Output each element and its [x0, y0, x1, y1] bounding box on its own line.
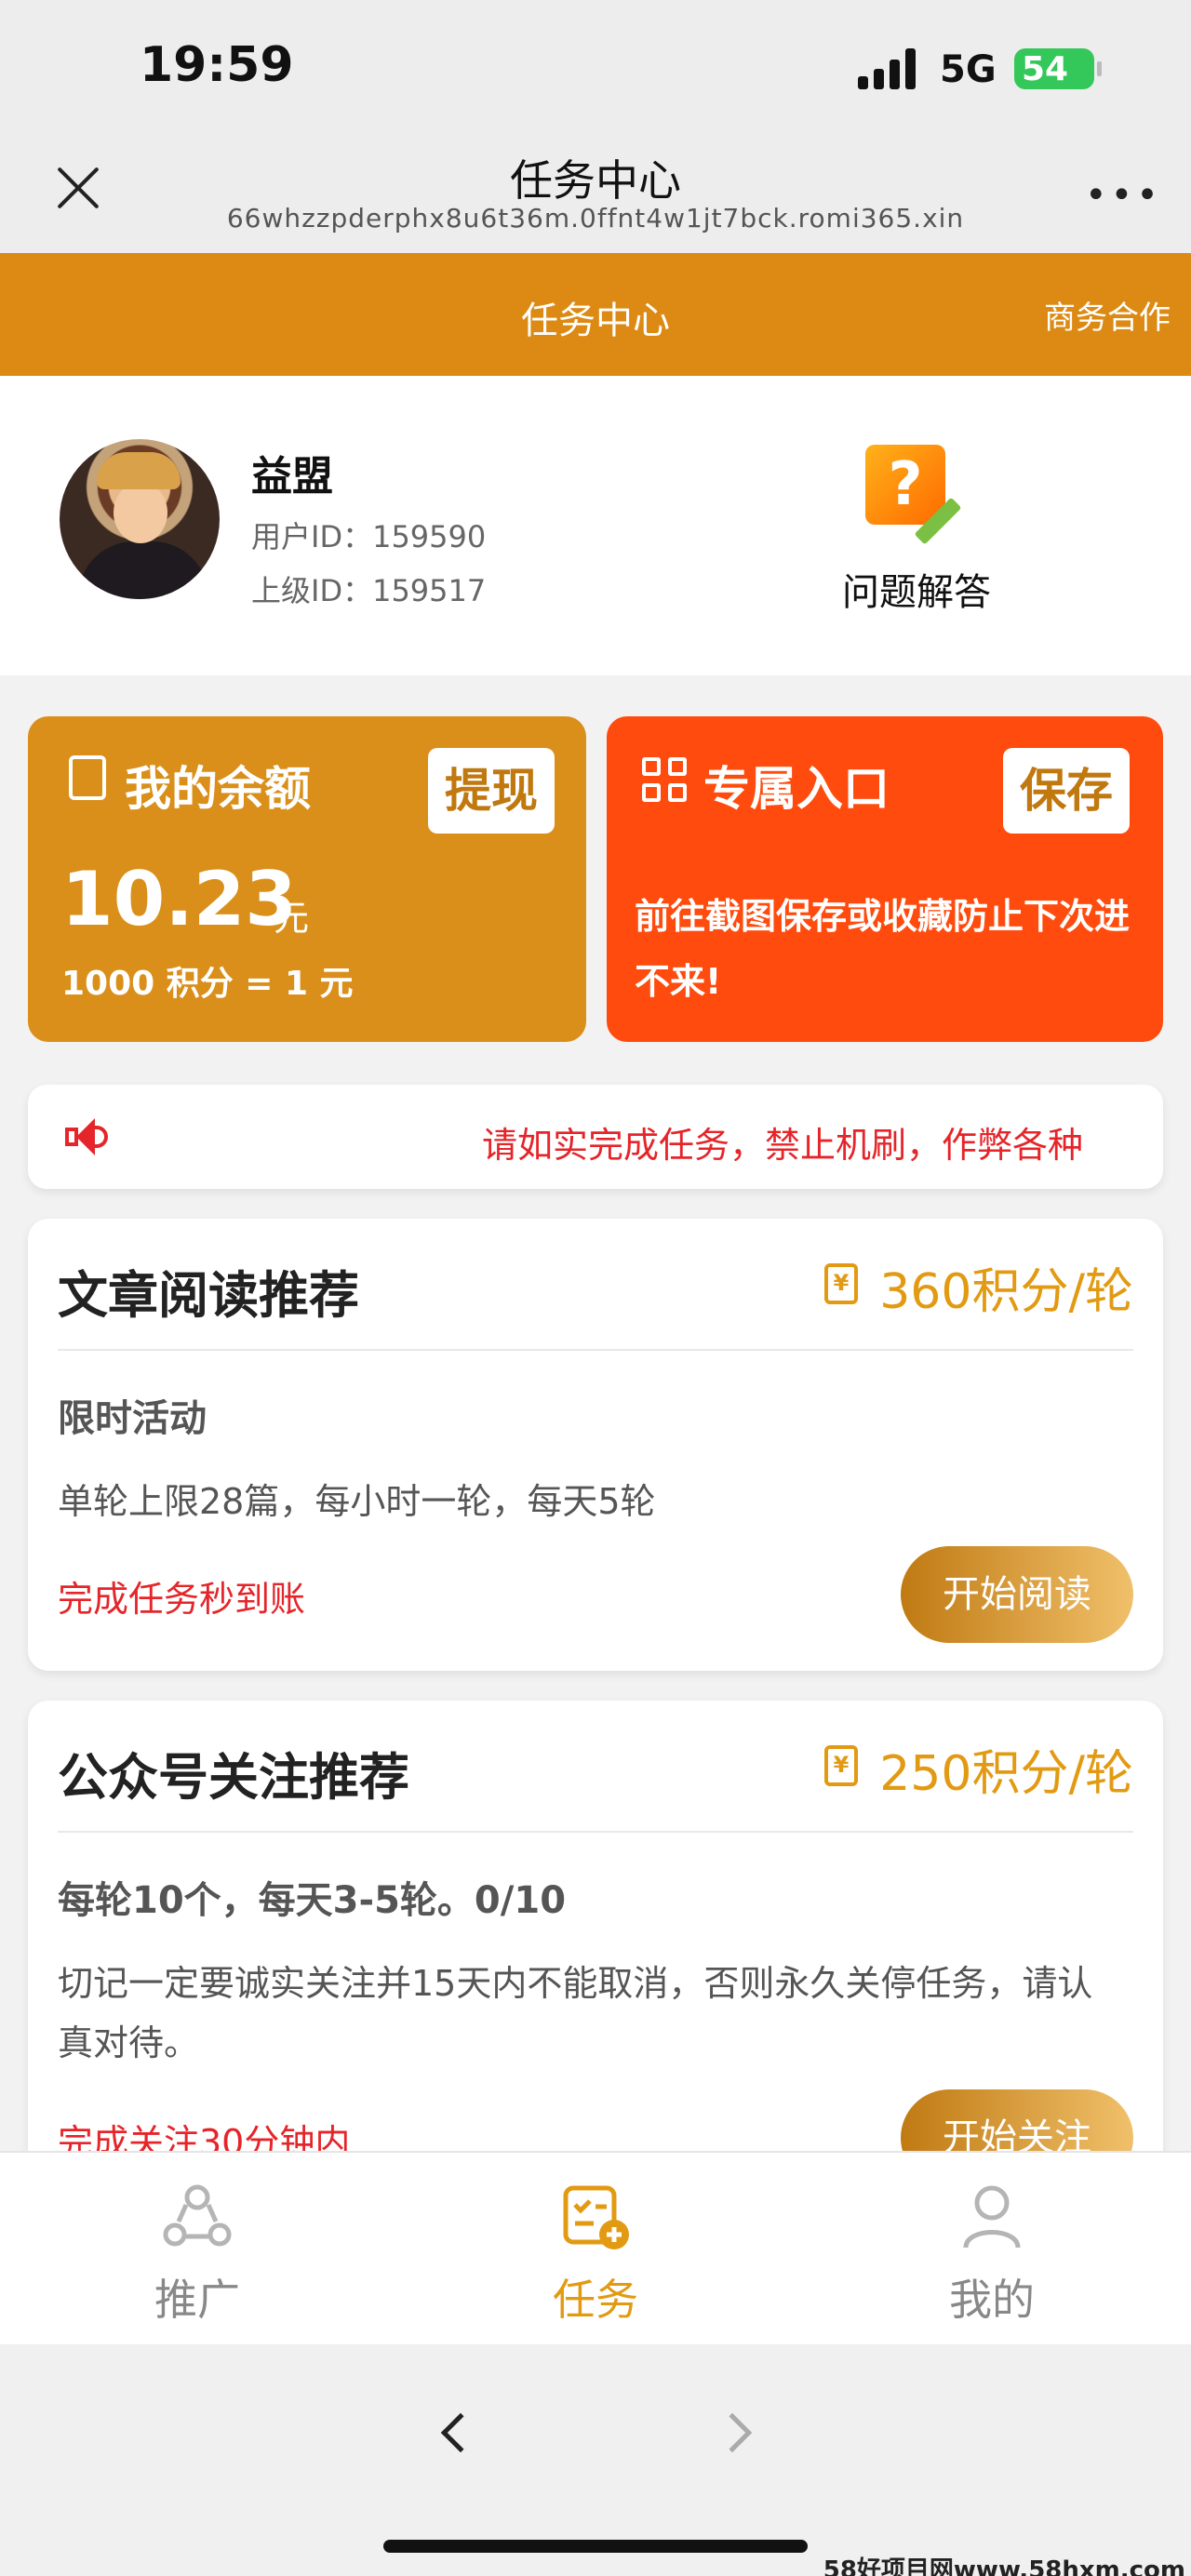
user-icon [963, 2185, 1021, 2249]
nav-tab-mine[interactable]: 我的 [899, 2153, 1085, 2346]
question-icon: ? [865, 445, 945, 525]
task-card-reading: 文章阅读推荐 ¥ 360积分/轮 限时活动 单轮上限28篇，每小时一轮，每天5轮… [28, 1219, 1163, 1671]
nav-label: 推广 [154, 2275, 240, 2325]
balance-unit: 元 [274, 898, 310, 939]
task-points: 360积分/轮 [879, 1264, 1133, 1320]
home-indicator [383, 2540, 808, 2553]
task-hint: 完成任务秒到账 [58, 1579, 306, 1620]
entry-title: 专属入口 [703, 762, 890, 816]
watermark: 58好项目网www.58hxm.com [823, 2556, 1185, 2576]
browser-title: 任务中心 [510, 155, 681, 206]
task-subtitle: 每轮10个，每天3-5轮。0/10 [58, 1879, 567, 1922]
task-title: 文章阅读推荐 [58, 1266, 359, 1325]
task-card-follow: 公众号关注推荐 ¥ 250积分/轮 每轮10个，每天3-5轮。0/10 切记一定… [28, 1701, 1163, 2186]
profile-section: 益盟 用户ID：159590 上级ID：159517 ? 问题解答 [0, 376, 1191, 675]
balance-card: 我的余额 提现 10.23 元 1000 积分 = 1 元 [28, 716, 586, 1042]
share-nodes-icon [163, 2184, 232, 2247]
wallet-icon [69, 755, 106, 800]
save-button[interactable]: 保存 [1003, 748, 1130, 834]
notice-text: 请如实完成任务，禁止机刷，作弊各种 [482, 1125, 1084, 1166]
start-reading-button[interactable]: 开始阅读 [901, 1546, 1133, 1643]
balance-amount: 10.23 [61, 856, 298, 942]
grid-icon [642, 757, 690, 806]
browser-header: 任务中心 66whzzpderphx8u6t36m.0ffnt4w1jt7bck… [0, 130, 1191, 253]
withdraw-button[interactable]: 提现 [428, 748, 555, 834]
avatar [60, 439, 220, 599]
task-description: 切记一定要诚实关注并15天内不能取消，否则永久关停任务，请认真对待。 [58, 1963, 1093, 2063]
status-bar: 19:59 5G 54 [0, 0, 1191, 130]
nav-tab-promote[interactable]: 推广 [104, 2153, 290, 2346]
bottom-nav: 推广 任务 我的 [0, 2151, 1191, 2344]
coin-icon: ¥ [824, 1745, 858, 1786]
points-rate: 1000 积分 = 1 元 [61, 965, 354, 1003]
divider [58, 1349, 1133, 1351]
task-list-icon [563, 2185, 629, 2249]
nav-label: 我的 [949, 2275, 1035, 2325]
parent-id: 上级ID：159517 [251, 573, 487, 608]
balance-title: 我的余额 [125, 762, 311, 816]
battery-icon: 54 [1014, 48, 1102, 89]
task-subtitle: 限时活动 [58, 1397, 207, 1440]
page-header: 任务中心 商务合作 [0, 253, 1191, 376]
network-type: 5G [940, 48, 997, 91]
coin-icon: ¥ [824, 1263, 858, 1304]
back-icon[interactable] [440, 2412, 481, 2453]
speaker-icon [65, 1118, 108, 1155]
qa-label: 问题解答 [842, 571, 991, 614]
page-title: 任务中心 [521, 300, 670, 342]
user-id: 用户ID：159590 [251, 519, 487, 554]
user-name: 益盟 [251, 453, 333, 501]
nav-label: 任务 [553, 2275, 638, 2325]
battery-level: 54 [1022, 50, 1069, 88]
more-menu-icon[interactable]: ••• [1085, 177, 1162, 214]
exclusive-entry-card: 专属入口 保存 前往截图保存或收藏防止下次进不来! [607, 716, 1163, 1042]
signal-icon [858, 48, 917, 89]
task-description: 单轮上限28篇，每小时一轮，每天5轮 [58, 1481, 656, 1522]
task-title: 公众号关注推荐 [58, 1748, 409, 1807]
browser-url: 66whzzpderphx8u6t36m.0ffnt4w1jt7bck.romi… [226, 203, 965, 234]
business-cooperation-link[interactable]: 商务合作 [1044, 292, 1171, 338]
browser-toolbar: 58好项目网www.58hxm.com [0, 2344, 1191, 2576]
forward-icon[interactable] [712, 2412, 753, 2453]
nav-tab-tasks[interactable]: 任务 [502, 2153, 689, 2346]
notice-bar: 请如实完成任务，禁止机刷，作弊各种 [28, 1085, 1163, 1189]
entry-text: 前往截图保存或收藏防止下次进不来! [635, 896, 1131, 1002]
status-time: 19:59 [140, 37, 294, 93]
divider [58, 1831, 1133, 1833]
task-points: 250积分/轮 [879, 1746, 1133, 1802]
